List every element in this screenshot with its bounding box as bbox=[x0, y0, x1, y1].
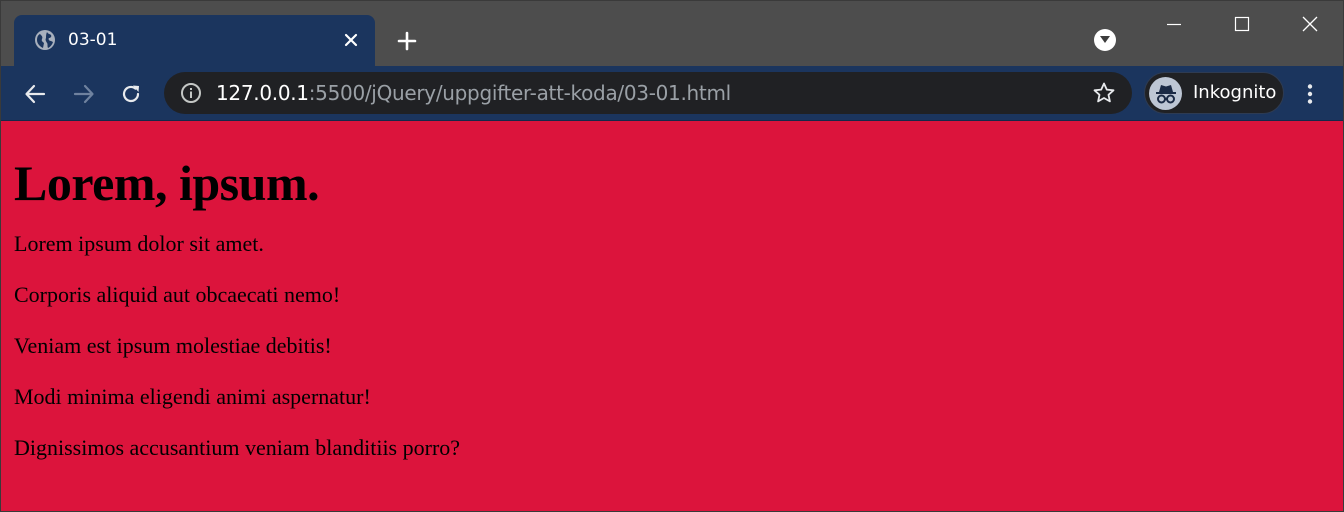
page-heading: Lorem, ipsum. bbox=[14, 155, 320, 211]
back-button[interactable] bbox=[20, 79, 50, 109]
close-icon bbox=[344, 33, 358, 47]
window-close-button[interactable] bbox=[1277, 1, 1343, 47]
incognito-icon bbox=[1149, 77, 1182, 110]
tab-title: 03-01 bbox=[68, 30, 118, 50]
reload-button[interactable] bbox=[116, 79, 146, 109]
tab-search-button[interactable] bbox=[1094, 29, 1116, 51]
url-text[interactable]: 127.0.0.1:5500/jQuery/uppgifter-att-koda… bbox=[216, 81, 731, 105]
paragraph: Dignissimos accusantium veniam blanditii… bbox=[14, 435, 461, 460]
url-host: 127.0.0.1 bbox=[216, 81, 309, 105]
new-tab-button[interactable] bbox=[393, 27, 421, 55]
chevron-down-icon bbox=[1100, 36, 1110, 43]
paragraph: Modi minima eligendi animi aspernatur! bbox=[14, 384, 371, 409]
maximize-button[interactable] bbox=[1209, 1, 1275, 47]
incognito-profile-button[interactable]: Inkognito bbox=[1144, 72, 1284, 114]
minimize-icon bbox=[1167, 23, 1181, 26]
more-vert-icon bbox=[1307, 84, 1313, 104]
arrow-left-icon bbox=[25, 84, 46, 104]
plus-icon bbox=[397, 31, 417, 51]
maximize-icon bbox=[1234, 16, 1250, 32]
forward-button[interactable] bbox=[69, 79, 99, 109]
paragraph: Corporis aliquid aut obcaecati nemo! bbox=[14, 282, 341, 307]
reload-icon bbox=[122, 85, 140, 103]
paragraph: Veniam est ipsum molestiae debitis! bbox=[14, 333, 332, 358]
browser-toolbar: 127.0.0.1:5500/jQuery/uppgifter-att-koda… bbox=[1, 66, 1343, 121]
close-icon bbox=[1302, 16, 1318, 32]
address-bar[interactable]: 127.0.0.1:5500/jQuery/uppgifter-att-koda… bbox=[164, 72, 1132, 114]
browser-menu-button[interactable] bbox=[1298, 79, 1322, 109]
page-content: Lorem, ipsum. Lorem ipsum dolor sit amet… bbox=[1, 122, 1343, 511]
url-path: :5500/jQuery/uppgifter-att-koda/03-01.ht… bbox=[308, 81, 731, 105]
incognito-label: Inkognito bbox=[1193, 82, 1277, 103]
tab-close-button[interactable] bbox=[339, 28, 363, 52]
globe-icon bbox=[35, 30, 55, 50]
arrow-right-icon bbox=[73, 84, 94, 104]
info-icon[interactable] bbox=[180, 82, 202, 104]
paragraph: Lorem ipsum dolor sit amet. bbox=[14, 231, 264, 256]
active-tab[interactable]: 03-01 bbox=[14, 15, 375, 66]
star-icon[interactable] bbox=[1092, 81, 1116, 105]
browser-window: 03-01 127.0.0.1:5500/jQuery/uppgifter-at… bbox=[0, 0, 1344, 512]
minimize-button[interactable] bbox=[1141, 1, 1207, 47]
tab-strip: 03-01 bbox=[1, 1, 1343, 66]
